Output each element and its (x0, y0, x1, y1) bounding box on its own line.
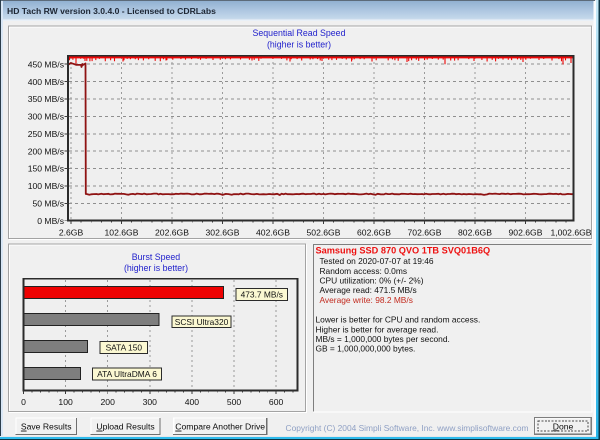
svg-text:(higher is better): (higher is better) (124, 263, 188, 273)
svg-text:Sequential Read Speed: Sequential Read Speed (253, 28, 346, 38)
svg-text:200 MB/s: 200 MB/s (28, 146, 64, 156)
svg-text:Tested on 2020-07-07 at 19:46: Tested on 2020-07-07 at 19:46 (320, 256, 434, 266)
svg-text:250 MB/s: 250 MB/s (28, 129, 64, 139)
svg-text:150 MB/s: 150 MB/s (28, 164, 64, 174)
svg-text:1,002.6GB: 1,002.6GB (550, 227, 591, 237)
svg-text:602.6GB: 602.6GB (357, 227, 391, 237)
svg-text:SATA 150: SATA 150 (106, 343, 143, 353)
svg-text:500: 500 (227, 397, 242, 407)
svg-text:0: 0 (21, 397, 26, 407)
svg-text:Burst Speed: Burst Speed (132, 252, 181, 262)
svg-text:400: 400 (185, 397, 200, 407)
svg-text:402.6GB: 402.6GB (256, 227, 290, 237)
svg-text:100: 100 (58, 397, 73, 407)
svg-text:Random access: 0.0ms: Random access: 0.0ms (320, 266, 408, 276)
svg-text:902.6GB: 902.6GB (509, 227, 543, 237)
svg-text:302.6GB: 302.6GB (206, 227, 240, 237)
svg-text:HD Tach RW version 3.0.4.0 - L: HD Tach RW version 3.0.4.0 - Licensed to… (7, 6, 216, 16)
svg-text:202.6GB: 202.6GB (155, 227, 189, 237)
svg-text:Compare Another Drive: Compare Another Drive (175, 422, 265, 432)
svg-text:ATA UltraDMA 6: ATA UltraDMA 6 (97, 369, 157, 379)
svg-text:350 MB/s: 350 MB/s (28, 94, 64, 104)
svg-text:400 MB/s: 400 MB/s (28, 77, 64, 87)
svg-text:Done: Done (553, 421, 574, 431)
svg-text:SCSI Ultra320: SCSI Ultra320 (175, 317, 229, 327)
svg-text:473.7 MB/s: 473.7 MB/s (241, 290, 283, 300)
svg-text:Samsung SSD 870 QVO 1TB SVQ01B: Samsung SSD 870 QVO 1TB SVQ01B6Q (316, 246, 491, 256)
svg-text:Higher is better for average r: Higher is better for average read. (316, 324, 439, 334)
svg-text:300 MB/s: 300 MB/s (28, 112, 64, 122)
svg-text:0 MB/s: 0 MB/s (37, 216, 64, 226)
svg-text:(higher is better): (higher is better) (267, 39, 331, 49)
svg-text:Average write: 98.2 MB/s: Average write: 98.2 MB/s (320, 295, 413, 305)
svg-text:Copyright (C) 2004 Simpli Soft: Copyright (C) 2004 Simpli Software, Inc.… (286, 423, 529, 433)
svg-text:600: 600 (269, 397, 284, 407)
svg-text:450 MB/s: 450 MB/s (28, 59, 64, 69)
svg-text:GB = 1,000,000,000 bytes.: GB = 1,000,000,000 bytes. (316, 344, 416, 354)
svg-text:Save Results: Save Results (21, 422, 72, 432)
svg-text:Lower is better for CPU and ra: Lower is better for CPU and random acces… (316, 315, 481, 325)
svg-text:300: 300 (143, 397, 158, 407)
svg-text:Average read: 471.5 MB/s: Average read: 471.5 MB/s (320, 285, 417, 295)
svg-text:702.6GB: 702.6GB (408, 227, 442, 237)
svg-text:Upload Results: Upload Results (96, 422, 154, 432)
svg-text:50 MB/s: 50 MB/s (32, 199, 64, 209)
svg-text:200: 200 (101, 397, 116, 407)
svg-text:802.6GB: 802.6GB (458, 227, 492, 237)
svg-text:CPU utilization: 0% (+/- 2%): CPU utilization: 0% (+/- 2%) (320, 276, 424, 286)
svg-text:2.6GB: 2.6GB (59, 227, 84, 237)
svg-text:100 MB/s: 100 MB/s (28, 181, 64, 191)
svg-text:MB/s = 1,000,000 bytes per sec: MB/s = 1,000,000 bytes per second. (316, 334, 450, 344)
svg-text:502.6GB: 502.6GB (307, 227, 341, 237)
svg-text:102.6GB: 102.6GB (105, 227, 139, 237)
